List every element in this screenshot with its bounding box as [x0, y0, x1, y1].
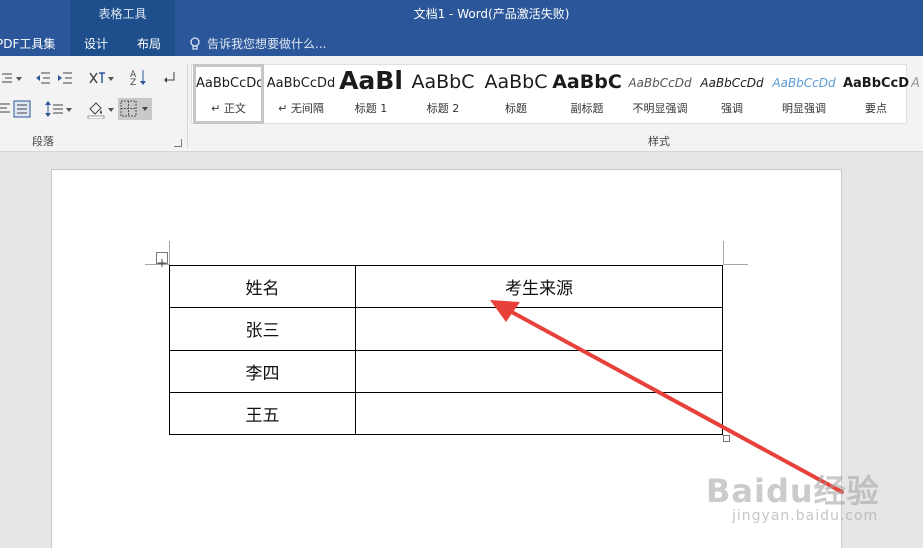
style-name: 不明显强调	[632, 102, 688, 115]
tab-design[interactable]: 设计	[84, 35, 108, 52]
shading-dropdown-icon[interactable]	[108, 108, 114, 112]
paragraph-group-label: 段落	[32, 135, 54, 148]
window-title-text: 文档1 - Word(产品激活失败)	[413, 7, 570, 21]
style-name: 标题	[505, 102, 527, 115]
styles-group-label: 样式	[648, 135, 670, 148]
style-name: 标题 1	[354, 102, 388, 115]
line-spacing-icon[interactable]	[44, 100, 64, 118]
style-sample: AaBbCcDd	[628, 76, 692, 90]
tell-me-input[interactable]: 告诉我您想要做什么...	[207, 35, 326, 52]
paragraph-launcher-icon[interactable]	[174, 139, 182, 147]
table-cell[interactable]: 王五	[168, 391, 357, 436]
style-sample: A	[911, 76, 920, 91]
increase-indent-icon[interactable]	[57, 70, 73, 86]
style-title[interactable]: AaBbC 标题	[481, 64, 551, 124]
style-sample: AaBbCcDd	[196, 76, 261, 91]
style-name: 标题 2	[426, 102, 460, 115]
table-cell[interactable]	[355, 391, 723, 436]
style-normal[interactable]: AaBbCcDd ↵ 正文	[193, 64, 264, 124]
table-cell[interactable]: 考生来源	[355, 264, 723, 309]
paragraph-mark-icon: ↵	[278, 102, 288, 115]
style-sample: AaBbC	[484, 71, 548, 93]
style-heading-1[interactable]: AaBl 标题 1	[338, 64, 404, 124]
crop-mark	[723, 241, 724, 265]
svg-text:Z: Z	[130, 78, 136, 86]
style-intense-emphasis[interactable]: AaBbCcDd 明显强调	[768, 64, 840, 124]
style-sample: AaBl	[339, 66, 403, 95]
style-subtle-emphasis[interactable]: AaBbCcDd 不明显强调	[624, 64, 696, 124]
style-sample: AaBbC	[552, 71, 622, 93]
lightbulb-icon	[189, 36, 201, 50]
style-sample: AaBbCcDd	[772, 76, 836, 90]
crop-mark	[169, 241, 170, 265]
style-sample: AaBbCcDd	[700, 76, 764, 90]
show-marks-icon[interactable]	[164, 70, 176, 86]
document-table[interactable]: 姓名 考生来源 张三 李四 王五	[168, 264, 723, 436]
table-row: 张三	[168, 307, 723, 351]
crop-mark	[723, 264, 748, 265]
chinese-layout-icon[interactable]	[88, 70, 106, 86]
style-emphasis[interactable]: AaBbCcDd 强调	[698, 64, 766, 124]
style-name: 要点	[865, 102, 887, 115]
table-move-handle[interactable]	[156, 252, 168, 267]
table-cell[interactable]: 姓名	[168, 264, 357, 309]
group-separator	[187, 64, 188, 148]
tab-layout[interactable]: 布局	[137, 35, 161, 52]
style-sample: AaBbCcDd	[266, 76, 336, 91]
align-left-icon[interactable]	[0, 101, 12, 117]
style-name: 副标题	[570, 102, 604, 115]
table-row: 王五	[168, 391, 723, 436]
window-title: 文档1 - Word(产品激活失败)	[0, 5, 923, 22]
table-row: 姓名 考生来源	[168, 264, 723, 309]
table-cell[interactable]	[355, 307, 723, 351]
table-cell[interactable]: 张三	[168, 307, 357, 351]
style-strong[interactable]: AaBbCcD 要点	[841, 64, 911, 124]
style-no-spacing[interactable]: AaBbCcDd ↵ 无间隔	[266, 64, 336, 124]
style-name-text: 正文	[223, 102, 246, 115]
multilevel-list-icon[interactable]	[0, 70, 14, 86]
line-spacing-dropdown-icon[interactable]	[66, 108, 72, 112]
decrease-indent-icon[interactable]	[35, 70, 51, 86]
borders-icon[interactable]	[118, 98, 152, 120]
style-subtitle[interactable]: AaBbC 副标题	[552, 64, 622, 124]
style-name: ↵ 无间隔	[266, 100, 336, 116]
chinese-layout-dropdown-icon[interactable]	[108, 77, 114, 81]
style-name: 明显强调	[782, 102, 826, 115]
table-row: 李四	[168, 349, 723, 393]
style-partial[interactable]: A	[911, 64, 923, 124]
watermark-url: jingyan.baidu.com	[732, 508, 879, 524]
style-name-text: 无间隔	[290, 102, 324, 115]
multilevel-list-dropdown-icon[interactable]	[16, 77, 22, 81]
tab-pdf-tools[interactable]: PDF工具集	[0, 35, 55, 52]
style-name: ↵ 正文	[196, 100, 261, 116]
sort-icon[interactable]: AZ	[130, 68, 148, 86]
table-resize-handle[interactable]	[723, 435, 730, 442]
paragraph-mark-icon: ↵	[211, 102, 221, 115]
style-name: 强调	[721, 102, 743, 115]
distributed-align-icon[interactable]	[13, 100, 31, 118]
table-cell[interactable]: 李四	[168, 349, 357, 393]
shading-icon[interactable]	[87, 99, 105, 119]
style-sample: AaBbCcD	[842, 76, 910, 91]
watermark-logo: Baidu经验	[706, 472, 880, 510]
style-sample: AaBbC	[411, 71, 475, 93]
style-heading-2[interactable]: AaBbC 标题 2	[408, 64, 478, 124]
table-cell[interactable]	[355, 349, 723, 393]
